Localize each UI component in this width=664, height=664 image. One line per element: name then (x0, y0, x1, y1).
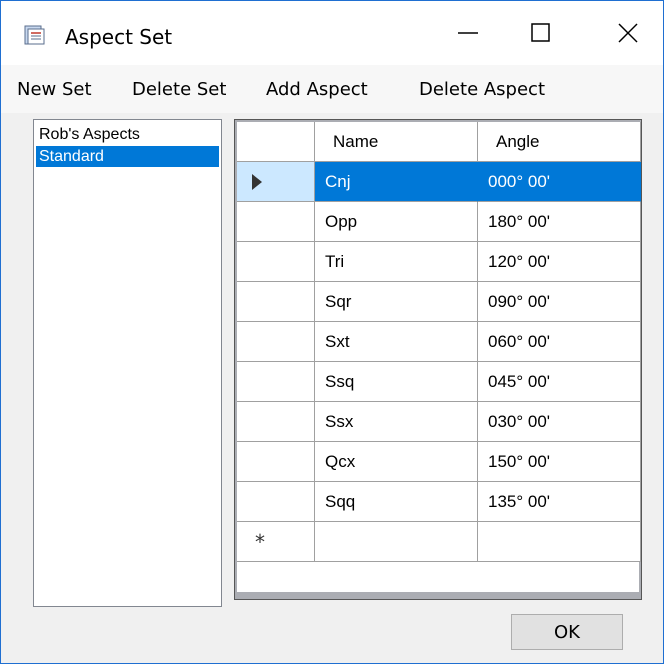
cell-name[interactable]: Opp (315, 202, 478, 242)
aspect-set-list[interactable]: Rob's Aspects Standard (33, 119, 222, 607)
app-icon (24, 25, 45, 45)
cell-name[interactable]: Sxt (315, 322, 478, 362)
cell-angle[interactable]: 150° 00' (478, 442, 641, 482)
window-title: Aspect Set (65, 25, 173, 49)
cell-angle[interactable]: 090° 00' (478, 282, 641, 322)
list-item-robs-aspects[interactable]: Rob's Aspects (36, 124, 219, 145)
row-header-new[interactable]: * (237, 522, 315, 562)
ok-button[interactable]: OK (511, 614, 623, 650)
aspect-set-window: Aspect Set New Set Delete Set Add Aspect… (0, 0, 664, 664)
current-row-arrow-icon (252, 174, 262, 190)
row-header[interactable] (237, 442, 315, 482)
cell-name[interactable]: Qcx (315, 442, 478, 482)
column-header-name[interactable]: Name (315, 122, 478, 162)
grid-corner-header[interactable] (237, 122, 315, 162)
menu-delete-set[interactable]: Delete Set (132, 79, 226, 100)
menu-add-aspect[interactable]: Add Aspect (266, 79, 368, 100)
cell-angle[interactable]: 030° 00' (478, 402, 641, 442)
close-icon (618, 23, 638, 43)
menu-new-set[interactable]: New Set (17, 79, 92, 100)
grid-body: Name Angle Cnj 000° 00' Opp 180° 00' Tri… (237, 122, 641, 592)
list-item-standard[interactable]: Standard (36, 146, 219, 167)
cell-angle[interactable]: 120° 00' (478, 242, 641, 282)
cell-angle[interactable]: 000° 00' (478, 162, 641, 202)
cell-angle[interactable]: 045° 00' (478, 362, 641, 402)
row-header[interactable] (237, 322, 315, 362)
minimize-icon (458, 32, 478, 34)
cell-name[interactable]: Tri (315, 242, 478, 282)
maximize-icon (531, 23, 550, 42)
row-header[interactable] (237, 362, 315, 402)
title-bar[interactable]: Aspect Set (1, 1, 663, 65)
aspects-grid[interactable]: Name Angle Cnj 000° 00' Opp 180° 00' Tri… (234, 119, 642, 600)
column-header-angle[interactable]: Angle (478, 122, 641, 162)
cell-angle[interactable]: 060° 00' (478, 322, 641, 362)
cell-name[interactable]: Sqq (315, 482, 478, 522)
row-header[interactable] (237, 242, 315, 282)
cell-new-name[interactable] (315, 522, 478, 562)
cell-new-angle[interactable] (478, 522, 641, 562)
new-row-marker: * (255, 530, 265, 554)
close-button[interactable] (593, 1, 663, 65)
row-header[interactable] (237, 482, 315, 522)
cell-angle[interactable]: 135° 00' (478, 482, 641, 522)
row-header-current[interactable] (237, 162, 315, 202)
row-header[interactable] (237, 282, 315, 322)
maximize-button[interactable] (506, 1, 576, 65)
cell-name[interactable]: Cnj (315, 162, 478, 202)
menu-delete-aspect[interactable]: Delete Aspect (419, 79, 545, 100)
cell-name[interactable]: Ssx (315, 402, 478, 442)
cell-name[interactable]: Sqr (315, 282, 478, 322)
row-header[interactable] (237, 202, 315, 242)
cell-name[interactable]: Ssq (315, 362, 478, 402)
row-header[interactable] (237, 402, 315, 442)
menu-bar: New Set Delete Set Add Aspect Delete Asp… (1, 65, 663, 113)
minimize-button[interactable] (433, 1, 503, 65)
cell-angle[interactable]: 180° 00' (478, 202, 641, 242)
